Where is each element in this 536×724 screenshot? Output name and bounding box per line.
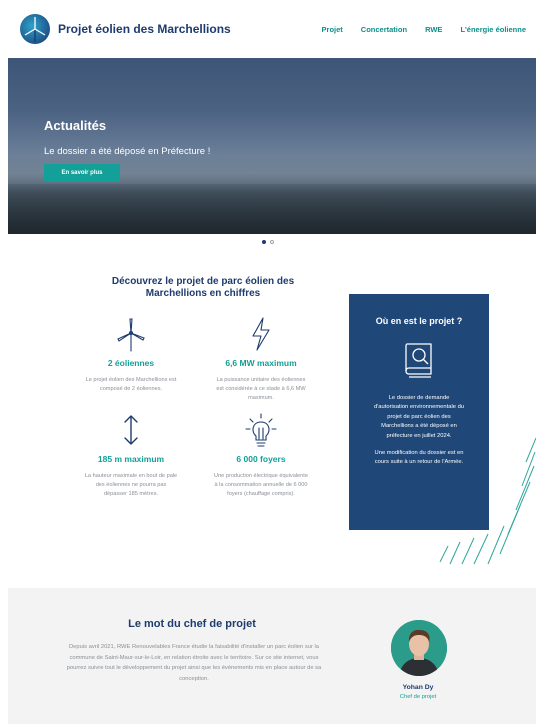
logo-icon[interactable] [20,14,50,44]
project-manager-title: Le mot du chef de projet [128,618,256,630]
wind-turbine-icon [76,316,186,352]
project-manager-text: Depuis avril 2021, RWE Renouvelables Fra… [66,644,322,682]
height-arrow-icon [76,412,186,448]
slider-dot-1[interactable] [262,240,266,244]
figure-value: 185 m maximum [97,454,165,464]
figure-value: 6 000 foyers [236,454,286,464]
decorative-lines [439,437,536,565]
light-bulb-icon [206,412,316,448]
figure-value: 2 éoliennes [107,358,155,368]
lightning-icon [206,316,316,352]
figure-description: Une production électrique équivalente à … [214,473,308,497]
avatar [391,620,447,676]
figure-power: 6,6 MW maximum La puissance unitaire des… [206,316,316,403]
project-manager-section: Le mot du chef de projet Depuis avril 20… [8,588,536,724]
figure-description: La hauteur maximale en bout de pale des … [84,473,178,497]
hero-field [8,184,536,234]
figure-height: 185 m maximum La hauteur maximale en bou… [76,412,186,499]
figure-value: 6,6 MW maximum [225,358,297,368]
read-more-button[interactable]: En savoir plus [44,164,120,182]
document-search-icon [349,340,489,380]
nav-item-concertation[interactable]: Concertation [361,25,407,34]
figure-homes: 6 000 foyers Une production électrique é… [206,412,316,499]
figures-title: Découvrez le projet de parc éolien des M… [111,276,295,299]
nav-item-projet[interactable]: Projet [322,25,343,34]
project-manager-name: Yohan Dy [402,684,434,691]
project-manager-role: Chef de projet [399,694,437,700]
hero-slider: Actualités Le dossier a été déposé en Pr… [8,58,536,234]
figure-turbines: 2 éoliennes Le projet éolien des Marchel… [76,316,186,394]
figure-description: La puissance unitaire des éoliennes est … [216,377,306,401]
nav-item-energie-eolienne[interactable]: L'énergie éolienne [460,25,526,34]
slider-dots [0,240,536,244]
slider-dot-2[interactable] [270,240,274,244]
hero-subtitle: Le dossier a été déposé en Préfecture ! [44,146,211,157]
project-status-title: Où en est le projet ? [375,316,463,326]
nav-item-rwe[interactable]: RWE [425,25,442,34]
site-header: Projet éolien des Marchellions Projet Co… [0,0,536,58]
figure-description: Le projet éolien des Marchellions est co… [85,377,177,392]
hero-title: Actualités [44,118,107,133]
site-title[interactable]: Projet éolien des Marchellions [58,22,231,36]
main-nav: Projet Concertation RWE L'énergie éolien… [322,25,526,34]
